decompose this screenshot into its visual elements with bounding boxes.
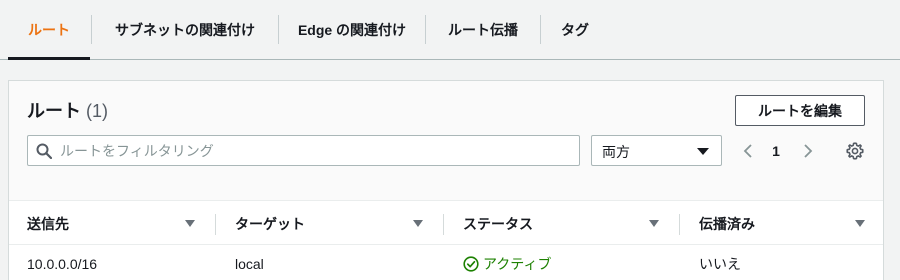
tab-label: ルート xyxy=(28,21,70,38)
sort-icon[interactable] xyxy=(185,220,195,227)
column-label: ターゲット xyxy=(235,216,305,232)
chevron-left-icon[interactable] xyxy=(739,141,757,161)
search-box[interactable] xyxy=(27,135,580,166)
column-label: 伝播済み xyxy=(699,216,755,232)
sort-icon[interactable] xyxy=(413,220,423,227)
check-circle-icon xyxy=(463,255,479,272)
panel-title-text: ルート xyxy=(27,101,81,121)
column-divider xyxy=(679,214,680,235)
column-header-target[interactable]: ターゲット xyxy=(235,203,305,245)
tab-label: サブネットの関連付け xyxy=(115,21,255,38)
edit-routes-button[interactable]: ルートを編集 xyxy=(735,95,865,126)
tab-label: ルート伝播 xyxy=(448,21,518,38)
column-header-destination[interactable]: 送信先 xyxy=(27,203,69,245)
tab-edge-associations[interactable]: Edge の関連付け xyxy=(279,0,425,59)
filter-select-value: 両方 xyxy=(602,144,630,160)
search-input[interactable] xyxy=(60,136,570,165)
column-divider xyxy=(215,214,216,235)
tab-subnet-associations[interactable]: サブネットの関連付け xyxy=(92,0,278,59)
column-label: ステータス xyxy=(463,216,533,232)
routes-panel: ルート (1) ルートを編集 両方 1 送信先 xyxy=(8,80,884,280)
tab-label: Edge の関連付け xyxy=(297,21,407,38)
filter-select[interactable]: 両方 xyxy=(591,135,722,166)
column-label: 送信先 xyxy=(27,216,69,232)
panel-header: ルート (1) ルートを編集 両方 1 xyxy=(9,81,883,201)
sort-icon[interactable] xyxy=(649,220,659,227)
tab-tags[interactable]: タグ xyxy=(541,0,609,59)
tab-label: タグ xyxy=(561,21,589,38)
status-text: アクティブ xyxy=(483,255,552,272)
tab-routes[interactable]: ルート xyxy=(8,0,90,60)
column-divider xyxy=(443,214,444,235)
cell-status: アクティブ xyxy=(463,246,551,280)
cell-propagated: いいえ xyxy=(699,255,741,272)
table-row: 10.0.0.0/16 local アクティブ いいえ xyxy=(9,246,883,280)
search-icon xyxy=(36,143,52,159)
sort-icon[interactable] xyxy=(855,220,865,227)
chevron-right-icon[interactable] xyxy=(799,141,817,161)
page-number[interactable]: 1 xyxy=(769,143,783,159)
caret-down-icon xyxy=(697,148,709,155)
column-header-propagated[interactable]: 伝播済み xyxy=(699,203,755,245)
column-header-status[interactable]: ステータス xyxy=(463,203,533,245)
tab-bar: ルート サブネットの関連付け Edge の関連付け ルート伝播 タグ xyxy=(0,0,900,60)
cell-target: local xyxy=(235,255,264,272)
gear-icon[interactable] xyxy=(845,141,865,161)
table-header: 送信先 ターゲット ステータス 伝播済み xyxy=(9,203,883,245)
cell-destination: 10.0.0.0/16 xyxy=(27,255,98,272)
tab-route-propagation[interactable]: ルート伝播 xyxy=(426,0,540,59)
panel-title: ルート (1) xyxy=(27,97,108,123)
route-count: (1) xyxy=(86,101,109,121)
